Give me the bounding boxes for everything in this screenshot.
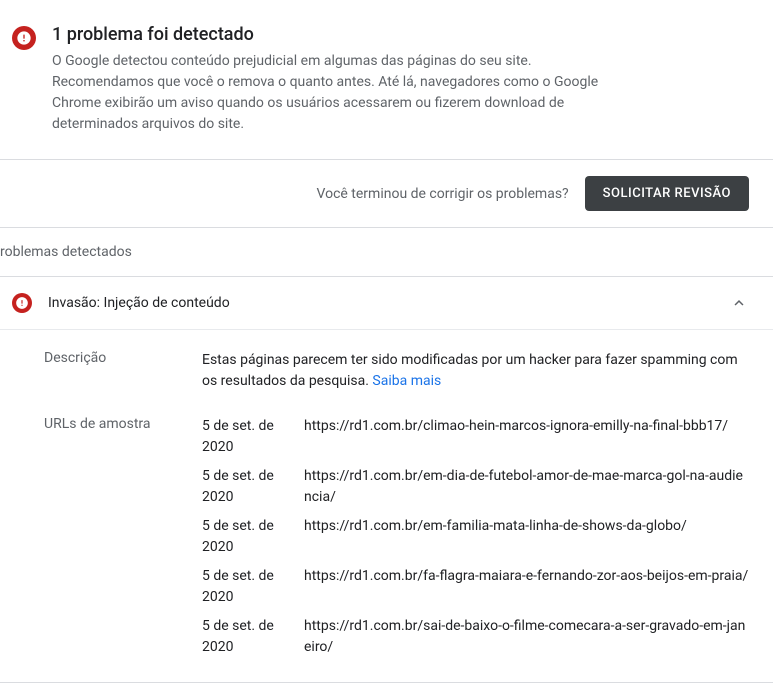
urls-label: URLs de amostra xyxy=(44,416,202,658)
error-icon xyxy=(12,26,36,50)
section-header: roblemas detectados xyxy=(0,228,773,276)
description-label: Descrição xyxy=(44,350,202,392)
issue-panel-title: Invasão: Injeção de conteúdo xyxy=(48,295,713,311)
url-link: https://rd1.com.br/climao-hein-marcos-ig… xyxy=(304,416,749,458)
learn-more-link[interactable]: Saiba mais xyxy=(372,373,441,389)
url-link: https://rd1.com.br/em-dia-de-futebol-amo… xyxy=(304,466,749,508)
url-link: https://rd1.com.br/sai-de-baixo-o-filme-… xyxy=(304,616,749,658)
error-icon xyxy=(12,293,32,313)
url-date: 5 de set. de 2020 xyxy=(202,466,292,508)
alert-body: 1 problema foi detectado O Google detect… xyxy=(52,24,749,135)
url-row: 5 de set. de 2020 https://rd1.com.br/clim… xyxy=(202,416,749,458)
issue-panel-header[interactable]: Invasão: Injeção de conteúdo xyxy=(0,277,773,329)
urls-list: 5 de set. de 2020 https://rd1.com.br/clim… xyxy=(202,416,749,658)
url-link: https://rd1.com.br/em-familia-mata-linha… xyxy=(304,516,749,558)
url-date: 5 de set. de 2020 xyxy=(202,566,292,608)
url-row: 5 de set. de 2020 https://rd1.com.br/sai-… xyxy=(202,616,749,658)
action-bar: Você terminou de corrigir os problemas? … xyxy=(0,160,773,228)
url-date: 5 de set. de 2020 xyxy=(202,516,292,558)
alert-description: O Google detectou conteúdo prejudicial e… xyxy=(52,51,612,135)
url-link: https://rd1.com.br/fa-flagra-maiara-e-fe… xyxy=(304,566,749,608)
description-row: Descrição Estas páginas parecem ter sido… xyxy=(44,350,749,392)
url-date: 5 de set. de 2020 xyxy=(202,616,292,658)
issue-panel-body: Descrição Estas páginas parecem ter sido… xyxy=(0,329,773,682)
chevron-up-icon xyxy=(729,293,749,313)
urls-row: URLs de amostra 5 de set. de 2020 https:/… xyxy=(44,416,749,658)
action-prompt: Você terminou de corrigir os problemas? xyxy=(316,186,568,202)
description-text: Estas páginas parecem ter sido modificad… xyxy=(202,352,738,389)
issue-panel: Invasão: Injeção de conteúdo Descrição E… xyxy=(0,276,773,683)
url-row: 5 de set. de 2020 https://rd1.com.br/em-f… xyxy=(202,516,749,558)
alert-title: 1 problema foi detectado xyxy=(52,24,749,45)
url-date: 5 de set. de 2020 xyxy=(202,416,292,458)
description-value: Estas páginas parecem ter sido modificad… xyxy=(202,350,749,392)
alert-card: 1 problema foi detectado O Google detect… xyxy=(0,0,773,160)
url-row: 5 de set. de 2020 https://rd1.com.br/fa-f… xyxy=(202,566,749,608)
request-review-button[interactable]: SOLICITAR REVISÃO xyxy=(585,176,749,211)
url-row: 5 de set. de 2020 https://rd1.com.br/em-d… xyxy=(202,466,749,508)
